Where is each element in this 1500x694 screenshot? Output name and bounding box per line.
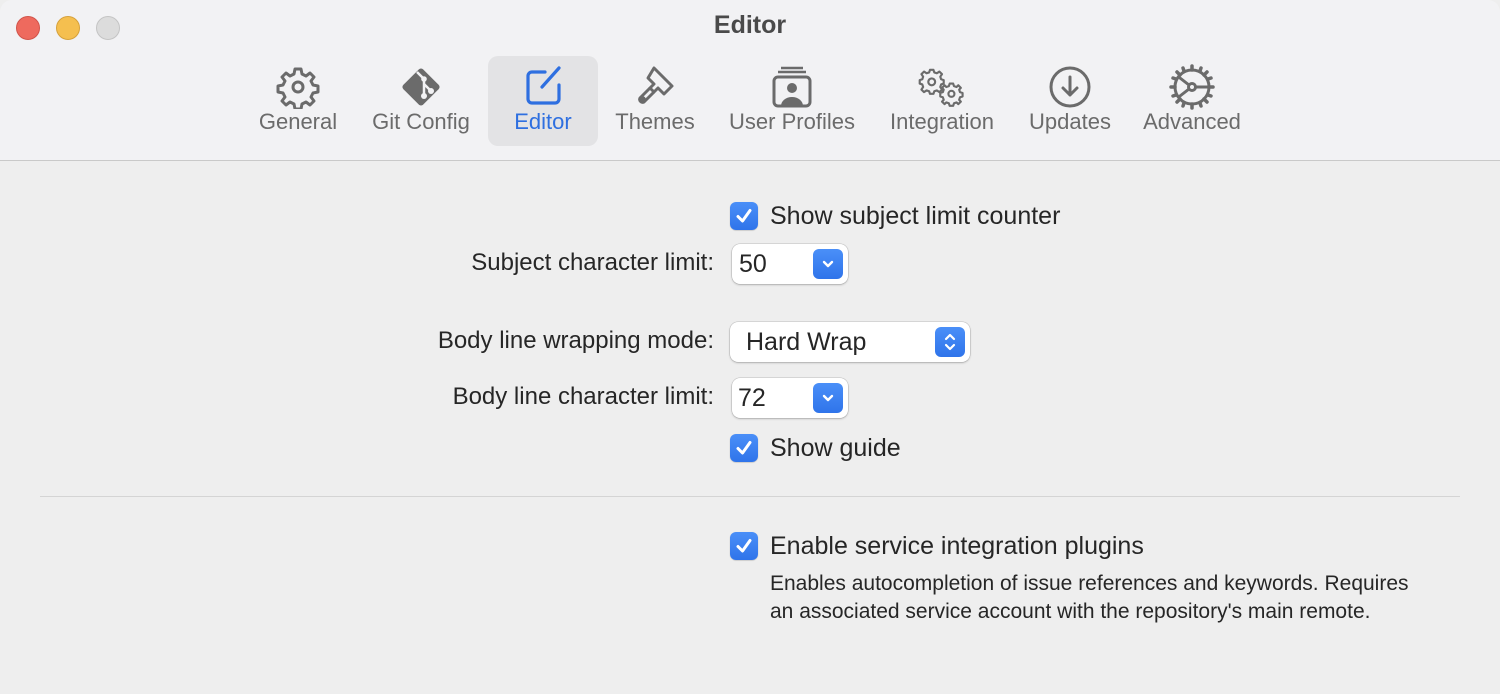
tab-git-config[interactable]: Git Config xyxy=(362,56,480,146)
checkmark-icon xyxy=(736,539,752,553)
tab-label: General xyxy=(258,109,338,134)
chevron-up-down-icon xyxy=(935,327,965,357)
show-subject-limit-counter-label[interactable]: Show subject limit counter xyxy=(770,202,1060,231)
square-pencil-icon xyxy=(519,64,567,110)
tab-advanced[interactable]: Advanced xyxy=(1132,56,1252,146)
enable-plugins-checkbox[interactable] xyxy=(730,532,758,560)
subject-character-limit-label: Subject character limit: xyxy=(471,249,714,276)
tab-updates[interactable]: Updates xyxy=(1018,56,1122,146)
tab-label: Advanced xyxy=(1143,109,1241,134)
subject-character-limit-value: 50 xyxy=(739,250,767,278)
body-wrapping-mode-popup[interactable]: Hard Wrap xyxy=(730,322,970,362)
chevron-down-icon xyxy=(813,249,843,279)
body-wrapping-mode-value: Hard Wrap xyxy=(746,328,867,356)
tab-label: Integration xyxy=(890,109,994,134)
toolbar: Editor General Git Config Editor Themes … xyxy=(0,0,1500,161)
gear-icon xyxy=(274,64,322,110)
tab-label: Editor xyxy=(514,109,572,134)
tab-user-profiles[interactable]: User Profiles xyxy=(716,56,868,146)
section-divider xyxy=(40,496,1460,497)
chevron-down-icon xyxy=(813,383,843,413)
tab-general[interactable]: General xyxy=(246,56,350,146)
preferences-window: Editor General Git Config Editor Themes … xyxy=(0,0,1500,694)
body-character-limit-value: 72 xyxy=(738,384,766,412)
body-character-limit-label: Body line character limit: xyxy=(452,383,714,410)
show-guide-label[interactable]: Show guide xyxy=(770,434,901,463)
tab-integration[interactable]: Integration xyxy=(878,56,1006,146)
body-wrapping-mode-label: Body line wrapping mode: xyxy=(437,327,714,354)
enable-plugins-label[interactable]: Enable service integration plugins xyxy=(770,532,1144,561)
checkmark-icon xyxy=(736,441,752,455)
git-diamond-icon xyxy=(397,64,445,110)
subject-character-limit-popup[interactable]: 50 xyxy=(732,244,848,284)
tab-label: Updates xyxy=(1029,109,1111,134)
checkmark-icon xyxy=(736,209,752,223)
person-stack-icon xyxy=(768,64,816,110)
tab-editor[interactable]: Editor xyxy=(488,56,598,146)
download-circle-icon xyxy=(1046,64,1094,110)
window-title: Editor xyxy=(713,11,787,39)
tab-label: User Profiles xyxy=(729,109,855,134)
show-subject-limit-counter-checkbox[interactable] xyxy=(730,202,758,230)
body-character-limit-popup[interactable]: 72 xyxy=(732,378,848,418)
tab-themes[interactable]: Themes xyxy=(606,56,704,146)
gears-icon xyxy=(918,64,966,110)
gear-advanced-icon xyxy=(1168,64,1216,110)
enable-plugins-description: Enables autocompletion of issue referenc… xyxy=(770,572,1409,623)
tab-label: Themes xyxy=(615,109,695,134)
paintbrush-icon xyxy=(631,64,679,110)
show-guide-checkbox[interactable] xyxy=(730,434,758,462)
tab-label: Git Config xyxy=(372,109,470,134)
